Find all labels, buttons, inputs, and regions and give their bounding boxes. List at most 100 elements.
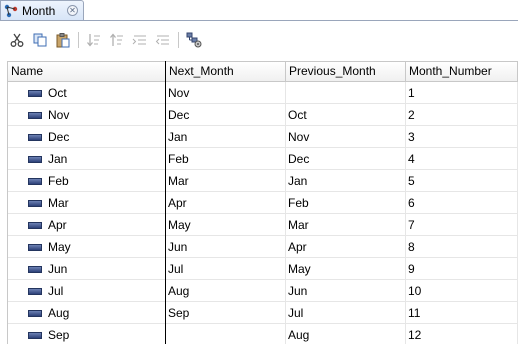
indent-icon [132,32,148,48]
table-row[interactable]: Aug Sep Jul 11 [8,302,518,324]
member-name: Jul [48,284,64,298]
cell-name[interactable]: Feb [8,170,166,192]
cell-name[interactable]: Oct [8,82,166,104]
cell-month-number[interactable]: 8 [406,236,518,258]
table-row[interactable]: Nov Dec Oct 2 [8,104,518,126]
cell-previous-month[interactable]: Jun [286,280,406,302]
table-row[interactable]: Mar Apr Feb 6 [8,192,518,214]
cell-month-number[interactable]: 1 [406,82,518,104]
member-name: Jan [48,152,68,166]
cell-previous-month[interactable]: May [286,258,406,280]
cell-name[interactable]: Sep [8,324,166,344]
cell-month-number[interactable]: 7 [406,214,518,236]
table-row[interactable]: Jan Feb Dec 4 [8,148,518,170]
cell-next-month[interactable]: Jul [166,258,286,280]
cell-month-number[interactable]: 9 [406,258,518,280]
cell-name[interactable]: Apr [8,214,166,236]
cell-next-month[interactable]: Feb [166,148,286,170]
cell-previous-month[interactable]: Aug [286,324,406,344]
cell-month-number[interactable]: 10 [406,280,518,302]
table-row[interactable]: Oct Nov 1 [8,82,518,104]
cell-name[interactable]: Dec [8,126,166,148]
sort-descending-icon [86,32,102,48]
cell-month-number[interactable]: 5 [406,170,518,192]
cell-month-number[interactable]: 11 [406,302,518,324]
member-icon [28,89,42,97]
column-header-next-month[interactable]: Next_Month [166,62,286,82]
cell-next-month[interactable]: Dec [166,104,286,126]
toolbar [0,28,518,52]
cell-previous-month[interactable]: Oct [286,104,406,126]
cell-next-month[interactable]: Jan [166,126,286,148]
toolbar-separator [178,32,179,48]
cell-month-number[interactable]: 3 [406,126,518,148]
cell-next-month[interactable]: Apr [166,192,286,214]
sort-ascending-icon [109,32,125,48]
cell-next-month[interactable]: May [166,214,286,236]
member-icon [28,309,42,317]
cut-icon[interactable] [9,32,25,48]
member-icon [28,331,42,339]
member-name: Aug [48,306,70,320]
cell-next-month[interactable] [166,324,286,344]
member-icon [28,221,42,229]
cell-previous-month[interactable]: Mar [286,214,406,236]
column-header-month-number[interactable]: Month_Number [406,62,518,82]
tab-title: Month [22,4,56,18]
cell-month-number[interactable]: 4 [406,148,518,170]
table-body: Oct Nov 1 Nov Dec Oct 2 Dec Jan Nov 3 Jan Feb Dec 4 Feb… [8,82,518,344]
cell-previous-month[interactable]: Nov [286,126,406,148]
outdent-icon [155,32,171,48]
member-icon [28,155,42,163]
table-row[interactable]: Apr May Mar 7 [8,214,518,236]
member-icon [28,287,42,295]
cell-next-month[interactable]: Mar [166,170,286,192]
cell-month-number[interactable]: 6 [406,192,518,214]
cell-month-number[interactable]: 2 [406,104,518,126]
toolbar-separator [78,32,79,48]
member-name: Jun [48,262,68,276]
cell-name[interactable]: Aug [8,302,166,324]
cell-name[interactable]: Mar [8,192,166,214]
member-name: Nov [48,108,70,122]
table-row[interactable]: Jun Jul May 9 [8,258,518,280]
cell-previous-month[interactable]: Apr [286,236,406,258]
member-name: May [48,240,71,254]
cell-next-month[interactable]: Jun [166,236,286,258]
tab-month[interactable]: Month ✕ [0,0,84,21]
table-row[interactable]: Jul Aug Jun 10 [8,280,518,302]
copy-icon[interactable] [32,32,48,48]
member-name: Sep [48,328,70,342]
hierarchy-settings-icon[interactable] [186,32,202,48]
table-row[interactable]: Dec Jan Nov 3 [8,126,518,148]
close-icon[interactable]: ✕ [67,5,78,16]
table-row[interactable]: May Jun Apr 8 [8,236,518,258]
cell-month-number[interactable]: 12 [406,324,518,344]
cell-next-month[interactable]: Nov [166,82,286,104]
cell-previous-month[interactable]: Dec [286,148,406,170]
column-header-previous-month[interactable]: Previous_Month [286,62,406,82]
cell-name[interactable]: Jun [8,258,166,280]
cell-name[interactable]: Jan [8,148,166,170]
cell-previous-month[interactable]: Feb [286,192,406,214]
cell-next-month[interactable]: Sep [166,302,286,324]
member-name: Mar [48,196,69,210]
cell-name[interactable]: May [8,236,166,258]
tab-strip-border [0,20,518,21]
cell-previous-month[interactable] [286,82,406,104]
table-header: Name Next_Month Previous_Month Month_Num… [8,62,518,82]
column-divider [165,61,166,344]
table-row[interactable]: Sep Aug 12 [8,324,518,344]
cell-name[interactable]: Jul [8,280,166,302]
cell-previous-month[interactable]: Jul [286,302,406,324]
cell-name[interactable]: Nov [8,104,166,126]
editor-tab-strip: Month ✕ [0,0,518,21]
member-icon [28,177,42,185]
table-row[interactable]: Feb Mar Jan 5 [8,170,518,192]
paste-icon[interactable] [55,32,71,48]
month-table: Name Next_Month Previous_Month Month_Num… [7,61,518,344]
cell-next-month[interactable]: Aug [166,280,286,302]
column-header-name[interactable]: Name [8,62,166,82]
hierarchy-icon [3,3,19,19]
cell-previous-month[interactable]: Jan [286,170,406,192]
